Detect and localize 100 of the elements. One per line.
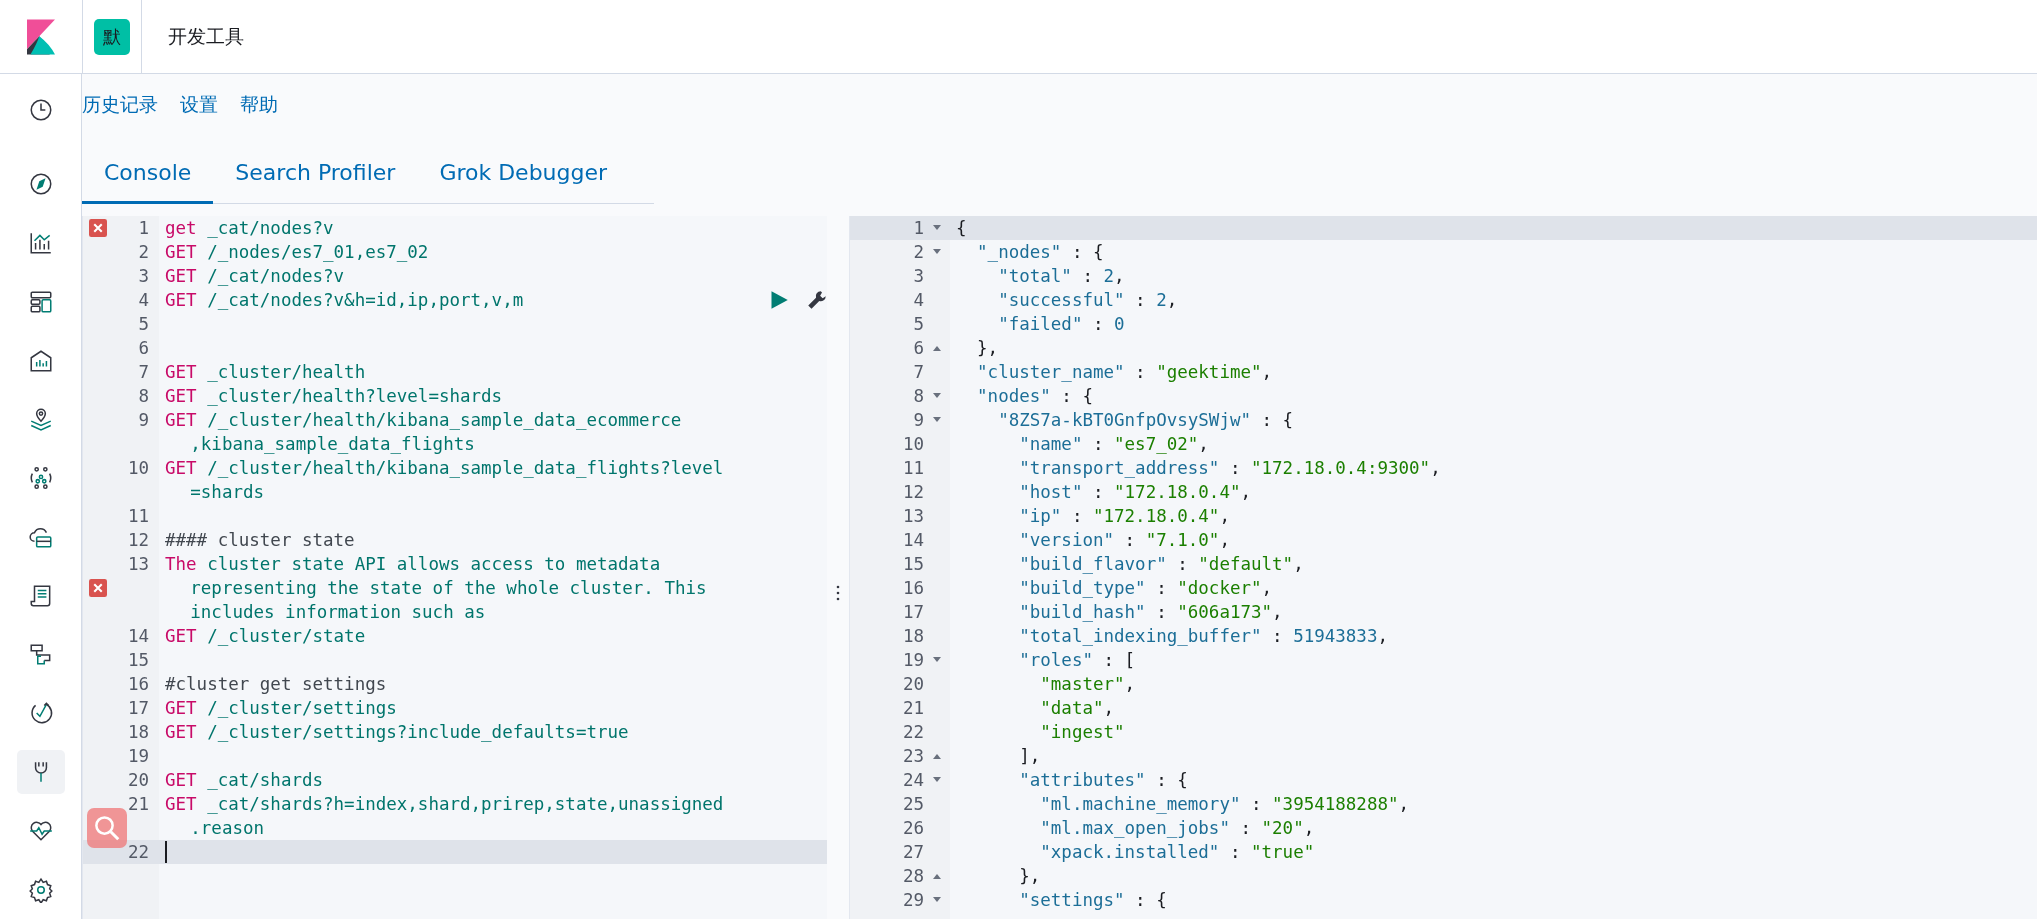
line-number: 2 <box>913 242 924 262</box>
fold-caret-icon[interactable] <box>932 249 942 255</box>
line-number: 14 <box>127 626 149 646</box>
json-line: "8ZS7a-kBT0GnfpOvsySWjw" : { <box>997 410 1294 430</box>
code-line: GET /_cluster/settings <box>165 698 397 718</box>
line-number: 14 <box>902 530 924 550</box>
line-number: 9 <box>138 410 149 430</box>
line-number: 4 <box>913 290 924 310</box>
tab[interactable]: Console <box>82 142 214 204</box>
line-number: 11 <box>902 458 924 478</box>
line-number: 8 <box>138 386 149 406</box>
code-line: GET /_cluster/settings?include_defaults=true <box>165 722 629 742</box>
code-line: GET _cat/shards?h=index,shard,prirep,state,unassigned <box>165 794 724 814</box>
json-line: "version" : "7.1.0", <box>1018 530 1230 550</box>
code-line: =shards <box>189 482 265 502</box>
code-line: GET /_cluster/state <box>165 626 366 646</box>
json-line: "build_hash" : "606a173", <box>1018 602 1283 622</box>
line-number: 20 <box>902 674 924 694</box>
line-number: 9 <box>913 410 924 430</box>
line-number: 2 <box>138 242 149 262</box>
json-line: "ingest" <box>1039 722 1125 742</box>
line-number: 26 <box>902 818 924 838</box>
code-line: ,kibana_sample_data_flights <box>189 434 475 454</box>
line-number: 10 <box>127 458 149 478</box>
line-number: 19 <box>902 650 924 670</box>
tab[interactable]: Grok Debugger <box>417 142 630 204</box>
line-number: 5 <box>913 314 924 334</box>
line-number: 29 <box>902 890 924 910</box>
fold-caret-icon[interactable] <box>932 417 942 423</box>
line-number: 16 <box>902 578 924 598</box>
json-line: }, <box>976 338 999 358</box>
json-line: "total_indexing_buffer" : 51943833, <box>1018 626 1388 646</box>
search-icon <box>92 813 122 843</box>
code-line: get _cat/nodes?v <box>165 218 334 238</box>
json-line: "master", <box>1039 674 1136 694</box>
line-number: 5 <box>138 314 149 334</box>
json-line: "build_type" : "docker", <box>1018 578 1273 598</box>
json-line: "_nodes" : { <box>976 242 1104 262</box>
code-line: GET /_cat/nodes?v <box>165 266 345 286</box>
json-line: }, <box>1018 866 1041 886</box>
code-line: GET _cluster/health <box>165 362 366 382</box>
fold-caret-icon[interactable] <box>932 657 942 663</box>
line-number: 13 <box>902 506 924 526</box>
top-link[interactable]: 设置 <box>180 92 218 122</box>
text-cursor <box>165 841 167 863</box>
json-line: "failed" : 0 <box>997 314 1125 334</box>
json-line: "host" : "172.18.0.4", <box>1018 482 1251 502</box>
json-line: "successful" : 2, <box>997 290 1178 310</box>
line-number: 11 <box>127 506 149 526</box>
line-number: 1 <box>913 218 924 238</box>
logo-icon[interactable] <box>27 18 55 55</box>
unfold-caret-icon[interactable] <box>932 753 942 759</box>
line-number: 1 <box>138 218 149 238</box>
line-number: 22 <box>902 722 924 742</box>
json-line: "name" : "es7_02", <box>1018 434 1209 454</box>
line-number: 7 <box>138 362 149 382</box>
line-number: 16 <box>127 674 149 694</box>
code-line: GET /_cat/nodes?v&h=id,ip,port,v,m <box>165 290 524 310</box>
json-line: "ml.max_open_jobs" : "20", <box>1039 818 1315 838</box>
tab[interactable]: Search Profiler <box>213 142 418 204</box>
unfold-caret-icon[interactable] <box>932 873 942 879</box>
fold-caret-icon[interactable] <box>932 777 942 783</box>
code-line: GET /_cluster/health/kibana_sample_data_ecommerce <box>165 410 682 430</box>
play-icon[interactable] <box>769 290 789 310</box>
line-number: 18 <box>127 722 149 742</box>
json-line: "ip" : "172.18.0.4", <box>1018 506 1230 526</box>
line-number: 10 <box>902 434 924 454</box>
space-avatar[interactable]: 默 <box>94 18 130 55</box>
line-number: 8 <box>913 386 924 406</box>
fold-caret-icon[interactable] <box>932 225 942 231</box>
code-line: GET _cluster/health?level=shards <box>165 386 503 406</box>
line-number: 20 <box>127 770 149 790</box>
json-line: ], <box>1018 746 1041 766</box>
fold-caret-icon[interactable] <box>932 393 942 399</box>
request-editor[interactable] <box>82 216 827 919</box>
line-number: 27 <box>902 842 924 862</box>
json-line: "ml.machine_memory" : "3954188288", <box>1039 794 1410 814</box>
page-title: 开发工具 <box>168 23 244 49</box>
line-number: 12 <box>902 482 924 502</box>
line-number: 21 <box>127 794 149 814</box>
json-line: "total" : 2, <box>997 266 1125 286</box>
code-line: GET /_nodes/es7_01,es7_02 <box>165 242 429 262</box>
resize-handle-icon[interactable] <box>836 584 840 601</box>
top-link[interactable]: 帮助 <box>240 92 278 122</box>
fold-caret-icon[interactable] <box>932 897 942 903</box>
line-number: 24 <box>902 770 924 790</box>
json-line: "cluster_name" : "geektime", <box>976 362 1273 382</box>
line-number: 15 <box>127 650 149 670</box>
unfold-caret-icon[interactable] <box>932 345 942 351</box>
code-line: representing the state of the whole cluster. This <box>189 578 707 598</box>
code-comment: #### cluster state <box>165 530 355 550</box>
dashboard-icon <box>27 288 54 315</box>
top-link[interactable]: 历史记录 <box>82 92 158 122</box>
code-line: .reason <box>189 818 265 838</box>
line-number: 7 <box>913 362 924 382</box>
line-number: 28 <box>902 866 924 886</box>
code-line: GET _cat/shards <box>165 770 324 790</box>
json-line: "xpack.installed" : "true" <box>1039 842 1315 862</box>
json-line: "attributes" : { <box>1018 770 1188 790</box>
json-line: "settings" : { <box>1018 890 1167 910</box>
